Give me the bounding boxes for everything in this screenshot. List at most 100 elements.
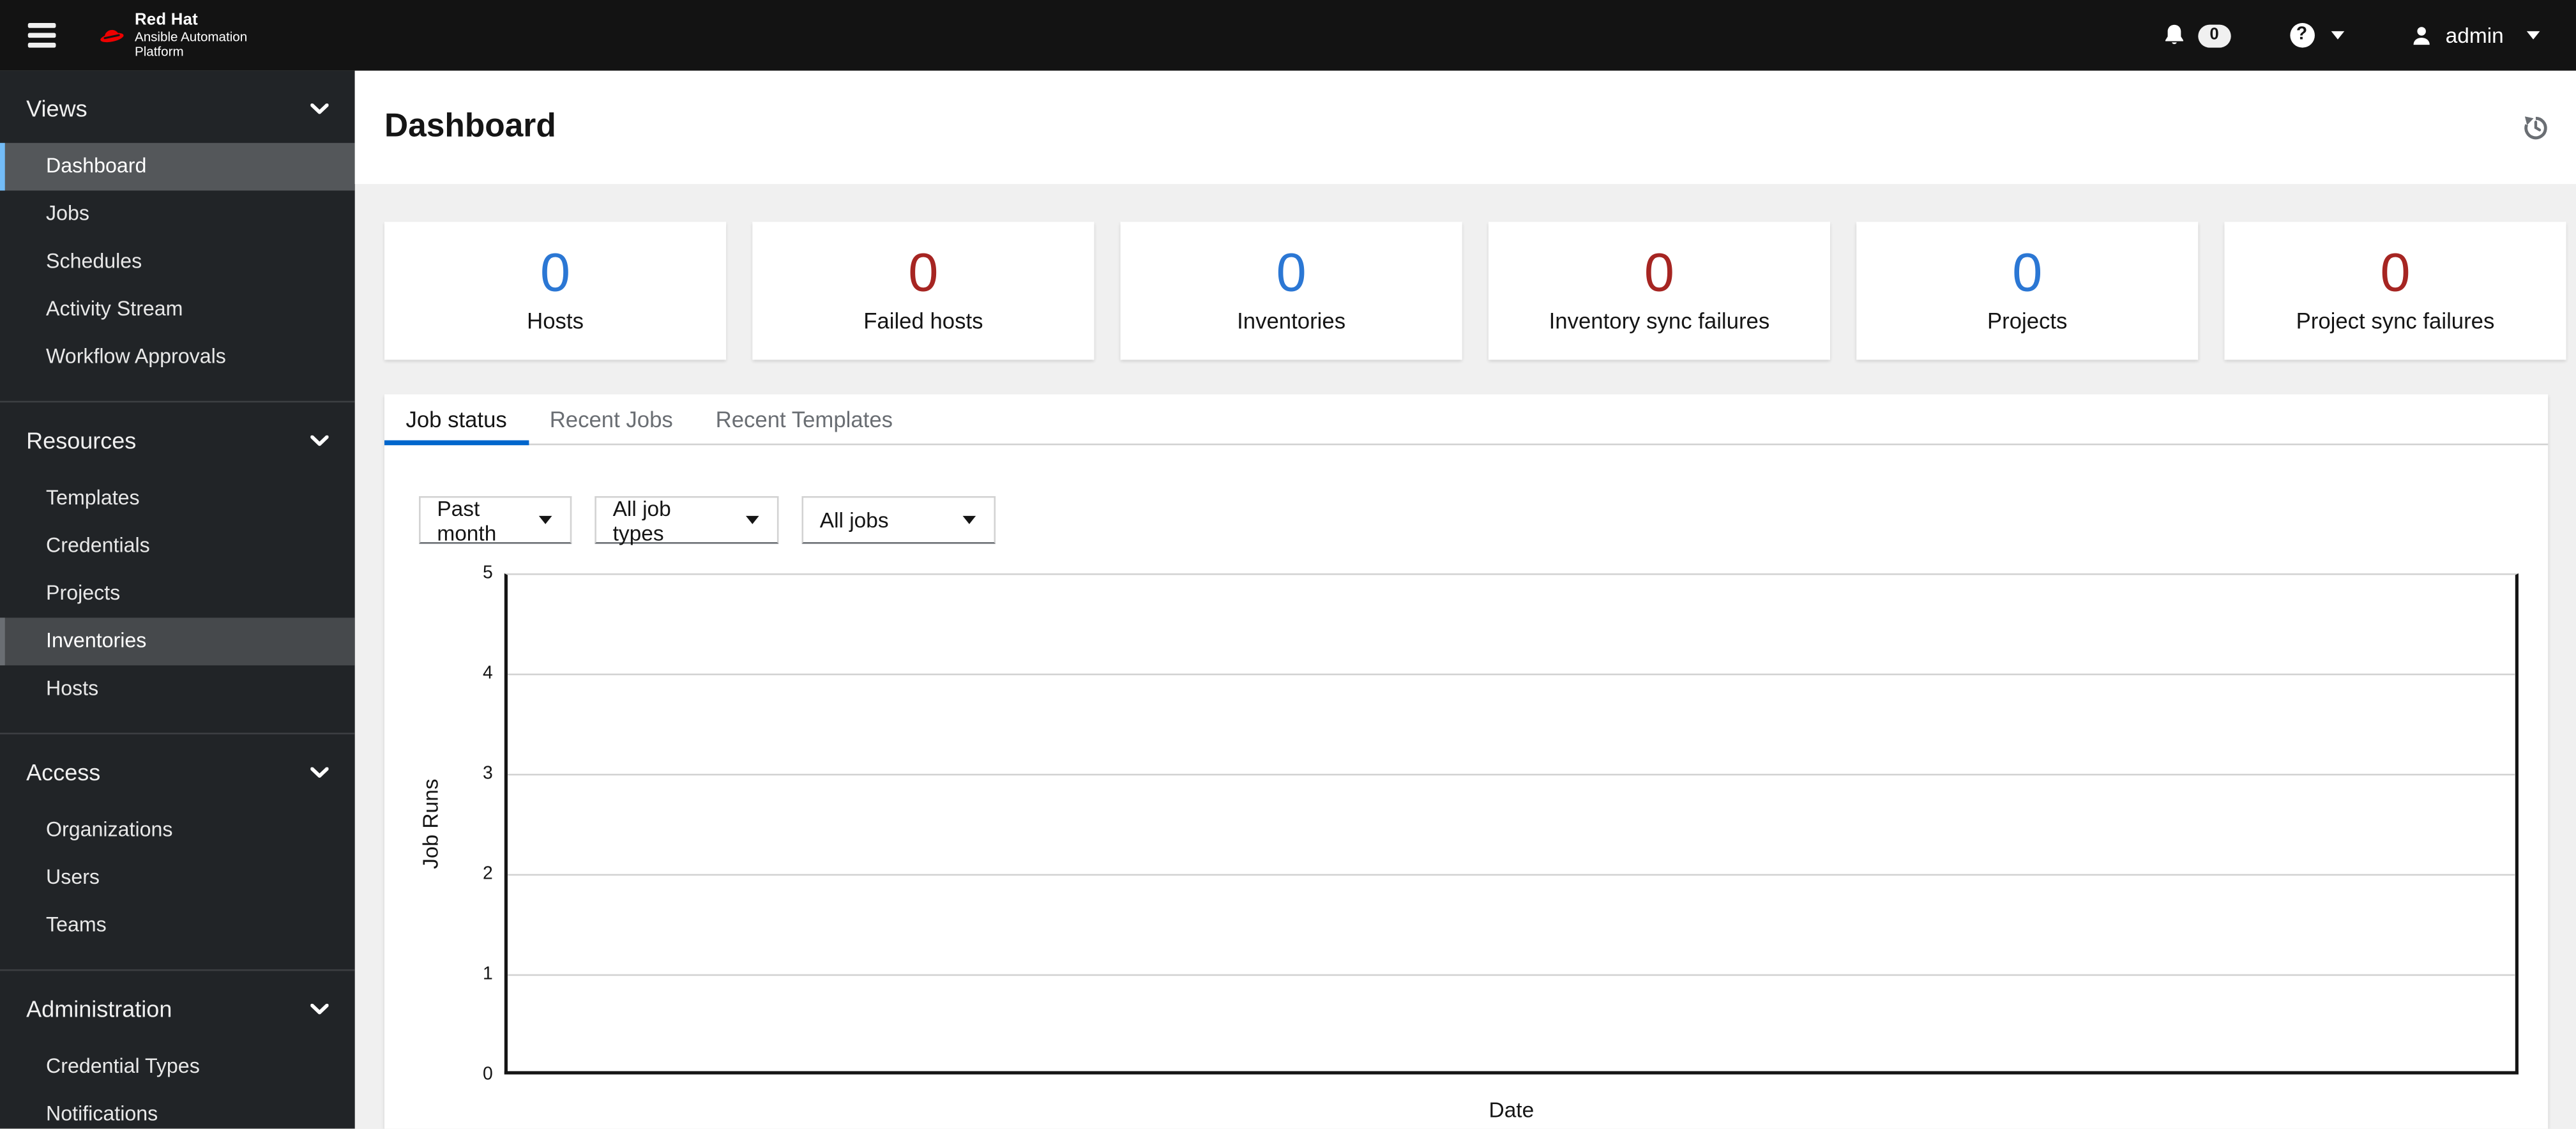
- chart-filters: Past month All job types All jobs: [419, 495, 2548, 545]
- nav-section-resources: Resources Templates Credentials Projects…: [0, 400, 355, 733]
- card-inventory-sync-failures[interactable]: 0 Inventory sync failures: [1488, 222, 1830, 360]
- hamburger-icon: [27, 23, 56, 27]
- card-hosts[interactable]: 0 Hosts: [384, 222, 727, 360]
- refresh-history-button[interactable]: [2522, 114, 2550, 142]
- nav-section-label: Administration: [26, 996, 172, 1022]
- card-label: Project sync failures: [2296, 308, 2495, 334]
- y-tick-3: 3: [483, 764, 493, 784]
- sidebar-item-activity-stream[interactable]: Activity Stream: [0, 286, 355, 334]
- sidebar-item-projects[interactable]: Projects: [0, 570, 355, 618]
- card-projects[interactable]: 0 Projects: [1856, 222, 2199, 360]
- sidebar-item-organizations[interactable]: Organizations: [0, 807, 355, 854]
- card-value: 0: [908, 241, 939, 303]
- card-value: 0: [1644, 241, 1675, 303]
- sidebar-item-credentials[interactable]: Credentials: [0, 522, 355, 570]
- sidebar-nav: Views Dashboard Jobs Schedules Activity …: [0, 70, 355, 1129]
- card-inventories[interactable]: 0 Inventories: [1120, 222, 1462, 360]
- nav-section-access: Access Organizations Users Teams: [0, 732, 355, 969]
- y-tick-4: 4: [483, 663, 493, 684]
- card-failed-hosts[interactable]: 0 Failed hosts: [752, 222, 1095, 360]
- card-project-sync-failures[interactable]: 0 Project sync failures: [2224, 222, 2566, 360]
- tab-recent-jobs[interactable]: Recent Jobs: [528, 394, 694, 445]
- help-menu-button[interactable]: ?: [2289, 23, 2344, 48]
- brand-subtitle-line1: Ansible Automation: [134, 29, 248, 45]
- period-select-value: Past month: [437, 495, 497, 545]
- user-menu-button[interactable]: admin: [2409, 23, 2540, 48]
- job-runs-chart-plot-area: [504, 573, 2519, 1075]
- gridline: [507, 773, 2515, 776]
- gridline: [507, 874, 2515, 876]
- caret-down-icon: [746, 515, 759, 524]
- page-header: Dashboard: [354, 70, 2576, 185]
- question-circle-icon: ?: [2289, 23, 2314, 48]
- masthead: Red Hat Ansible Automation Platform 0 ?: [0, 0, 2576, 71]
- chevron-down-icon: [310, 102, 329, 114]
- card-label: Inventory sync failures: [1549, 308, 1770, 334]
- username-label: admin: [2445, 23, 2504, 48]
- card-value: 0: [2012, 241, 2043, 303]
- sidebar-item-schedules[interactable]: Schedules: [0, 238, 355, 286]
- sidebar-item-dashboard[interactable]: Dashboard: [0, 142, 355, 191]
- period-select[interactable]: Past month: [419, 495, 572, 545]
- main-content: Dashboard 0 Hosts 0 Failed hosts 0 Inven…: [354, 70, 2576, 1129]
- brand-subtitle-line2: Platform: [134, 44, 184, 59]
- nav-section-access-toggle[interactable]: Access: [0, 757, 355, 787]
- card-value: 0: [540, 241, 571, 303]
- nav-section-resources-toggle[interactable]: Resources: [0, 425, 355, 455]
- chevron-down-icon: [310, 766, 329, 777]
- chevron-down-icon: [310, 1003, 329, 1014]
- gridline: [507, 974, 2515, 976]
- nav-section-views: Views Dashboard Jobs Schedules Activity …: [0, 71, 355, 401]
- sidebar-item-inventories[interactable]: Inventories: [0, 618, 355, 665]
- nav-section-label: Resources: [26, 427, 137, 454]
- y-tick-0: 0: [483, 1065, 493, 1084]
- card-label: Inventories: [1237, 308, 1346, 334]
- sidebar-item-jobs[interactable]: Jobs: [0, 190, 355, 238]
- panel-tabs: Job status Recent Jobs Recent Templates: [384, 394, 2549, 446]
- sidebar-item-credential-types[interactable]: Credential Types: [0, 1043, 355, 1091]
- nav-section-label: Views: [26, 95, 87, 122]
- hamburger-icon: [27, 33, 56, 38]
- history-icon: [2524, 116, 2547, 140]
- tab-job-status[interactable]: Job status: [384, 394, 529, 446]
- notifications-button[interactable]: 0: [2162, 23, 2231, 48]
- sidebar-item-templates[interactable]: Templates: [0, 475, 355, 523]
- caret-down-icon: [538, 515, 552, 524]
- caret-down-icon: [2526, 31, 2540, 40]
- user-icon: [2413, 26, 2429, 44]
- nav-section-administration-toggle[interactable]: Administration: [0, 994, 355, 1023]
- page-title: Dashboard: [384, 108, 556, 145]
- card-label: Hosts: [527, 308, 584, 334]
- sidebar-item-teams[interactable]: Teams: [0, 902, 355, 950]
- gridline: [507, 673, 2515, 676]
- chart-x-axis-label: Date: [1489, 1097, 1534, 1123]
- notifications-count-badge: 0: [2198, 24, 2231, 47]
- job-type-select-value: All job types: [612, 495, 671, 545]
- redhat-fedora-icon: [100, 29, 124, 43]
- caret-down-icon: [962, 515, 976, 524]
- card-value: 0: [1276, 241, 1307, 303]
- job-type-select[interactable]: All job types: [595, 495, 779, 545]
- app-root: Red Hat Ansible Automation Platform 0 ?: [0, 0, 2576, 1129]
- card-label: Projects: [1987, 308, 2068, 334]
- chart-y-axis-label: Job Runs: [418, 778, 443, 869]
- brand-title: Red Hat: [134, 11, 198, 30]
- nav-section-administration: Administration Credential Types Notifica…: [0, 969, 355, 1129]
- nav-toggle-button[interactable]: [18, 13, 66, 57]
- sidebar-item-workflow-approvals[interactable]: Workflow Approvals: [0, 333, 355, 381]
- jobs-select[interactable]: All jobs: [801, 496, 996, 544]
- sidebar-item-notifications[interactable]: Notifications: [0, 1091, 355, 1128]
- jobs-select-value: All jobs: [819, 507, 889, 533]
- chevron-down-icon: [310, 434, 329, 445]
- summary-cards-row: 0 Hosts 0 Failed hosts 0 Inventories 0 I…: [384, 222, 2566, 360]
- y-tick-2: 2: [483, 864, 493, 884]
- card-value: 0: [2380, 241, 2411, 303]
- nav-section-views-toggle[interactable]: Views: [0, 94, 355, 123]
- job-status-panel: Job status Recent Jobs Recent Templates …: [384, 394, 2549, 1129]
- y-tick-5: 5: [483, 563, 493, 584]
- sidebar-item-users[interactable]: Users: [0, 854, 355, 902]
- y-tick-1: 1: [483, 964, 493, 985]
- caret-down-icon: [2330, 31, 2344, 40]
- tab-recent-templates[interactable]: Recent Templates: [694, 394, 914, 445]
- sidebar-item-hosts[interactable]: Hosts: [0, 665, 355, 713]
